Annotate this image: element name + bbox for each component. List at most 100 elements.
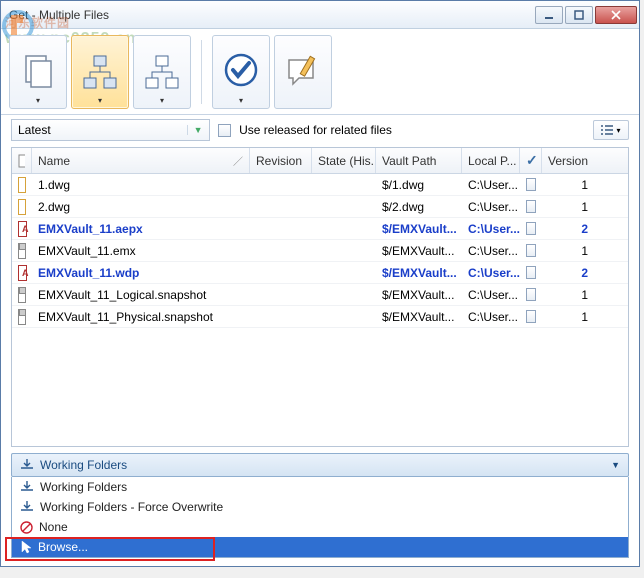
ribbon-separator: [201, 40, 202, 104]
dropdown-arrow-icon: ▾: [160, 96, 164, 105]
row-vault-path: $/EMXVault...: [376, 222, 462, 236]
ribbon-org-chart-1[interactable]: ▾: [71, 35, 129, 109]
row-icon: [12, 265, 32, 281]
destination-dropdown[interactable]: Working Folders ▼: [11, 453, 629, 477]
row-local-path: C:\User...: [462, 288, 520, 302]
documents-stack-icon: [20, 52, 56, 92]
dest-opt-none[interactable]: None: [12, 517, 628, 537]
dest-opt-browse[interactable]: Browse...: [12, 537, 628, 557]
list-icon: [601, 125, 613, 135]
col-icon[interactable]: [12, 148, 32, 173]
download-folder-icon: [20, 459, 34, 471]
table-row[interactable]: 1.dwg$/1.dwgC:\User...1: [12, 174, 628, 196]
row-vault-path: $/1.dwg: [376, 178, 462, 192]
filter-bar: Latest ▼ Use released for related files …: [1, 115, 639, 145]
row-checkbox[interactable]: [520, 200, 542, 213]
row-checkbox[interactable]: [520, 266, 542, 279]
row-version: 1: [542, 178, 602, 192]
col-local-path[interactable]: Local P...: [462, 148, 520, 173]
row-name: EMXVault_11_Logical.snapshot: [32, 288, 250, 302]
cursor-icon: [20, 540, 32, 554]
table-row[interactable]: EMXVault_11_Physical.snapshot $/EMXVault.…: [12, 306, 628, 328]
ribbon-note-edit[interactable]: [274, 35, 332, 109]
dest-opt-force-overwrite[interactable]: Working Folders - Force Overwrite: [12, 497, 628, 517]
dest-opt-working-folders[interactable]: Working Folders: [12, 477, 628, 497]
row-checkbox[interactable]: [520, 310, 542, 323]
row-vault-path: $/EMXVault...: [376, 310, 462, 324]
row-version: 1: [542, 244, 602, 258]
row-name: EMXVault_11.aepx: [32, 222, 250, 236]
row-vault-path: $/EMXVault...: [376, 288, 462, 302]
row-local-path: C:\User...: [462, 266, 520, 280]
row-vault-path: $/2.dwg: [376, 200, 462, 214]
destination-selected: Working Folders: [40, 458, 127, 472]
row-version: 2: [542, 222, 602, 236]
col-state[interactable]: State (His...: [312, 148, 376, 173]
grid-body: 1.dwg$/1.dwgC:\User...12.dwg$/2.dwgC:\Us…: [12, 174, 628, 446]
table-row[interactable]: EMXVault_11_Logical.snapshot $/EMXVault..…: [12, 284, 628, 306]
row-local-path: C:\User...: [462, 200, 520, 214]
download-folder-icon: [20, 501, 34, 513]
destination-dropdown-list: Working Folders Working Folders - Force …: [11, 477, 629, 558]
table-row[interactable]: EMXVault_11.wdp $/EMXVault...C:\User... 2: [12, 262, 628, 284]
footer-panel: Working Folders ▼ Working Folders Workin…: [11, 453, 629, 558]
row-name: EMXVault_11.emx: [32, 244, 250, 258]
row-local-path: C:\User...: [462, 244, 520, 258]
row-name: 2.dwg: [32, 200, 250, 214]
col-vault-path[interactable]: Vault Path: [376, 148, 462, 173]
chevron-down-icon: ▼: [187, 125, 203, 135]
col-name[interactable]: Name／: [32, 148, 250, 173]
row-checkbox[interactable]: [520, 178, 542, 191]
row-checkbox[interactable]: [520, 244, 542, 257]
list-options-button[interactable]: ▾: [593, 120, 629, 140]
chevron-down-icon: ▾: [616, 126, 620, 135]
ribbon-org-chart-2[interactable]: ▾: [133, 35, 191, 109]
row-icon: [12, 287, 32, 303]
row-version: 1: [542, 200, 602, 214]
row-icon: [12, 221, 32, 237]
file-grid: Name／ Revision State (His... Vault Path …: [11, 147, 629, 447]
row-icon: [12, 309, 32, 325]
title-bar: Get - Multiple Files: [1, 1, 639, 29]
version-filter-combo[interactable]: Latest ▼: [11, 119, 210, 141]
row-local-path: C:\User...: [462, 222, 520, 236]
released-label: Use released for related files: [239, 123, 392, 137]
checkmark-badge-icon: [221, 52, 261, 92]
ribbon-toolbar: ▾ ▾ ▾ ▾: [1, 29, 639, 115]
grid-header: Name／ Revision State (His... Vault Path …: [12, 148, 628, 174]
dialog-window: Get - Multiple Files 河东软件园 www.pc0359.cn…: [0, 0, 640, 567]
row-local-path: C:\User...: [462, 310, 520, 324]
table-row[interactable]: EMXVault_11.aepx $/EMXVault...C:\User... 2: [12, 218, 628, 240]
dropdown-arrow-icon: ▾: [36, 96, 40, 105]
col-version[interactable]: Version: [542, 148, 602, 173]
table-row[interactable]: 2.dwg $/2.dwgC:\User... 1: [12, 196, 628, 218]
row-version: 1: [542, 310, 602, 324]
row-checkbox[interactable]: [520, 222, 542, 235]
row-vault-path: $/EMXVault...: [376, 244, 462, 258]
row-checkbox[interactable]: [520, 288, 542, 301]
file-icon: [18, 154, 25, 168]
combo-value: Latest: [18, 123, 51, 137]
row-icon: [12, 199, 32, 215]
minimize-button[interactable]: [535, 6, 563, 24]
window-title: Get - Multiple Files: [9, 8, 533, 22]
row-icon: [12, 177, 32, 193]
sort-indicator-icon: ／: [233, 153, 243, 168]
col-revision[interactable]: Revision: [250, 148, 312, 173]
released-checkbox[interactable]: [218, 124, 231, 137]
maximize-button[interactable]: [565, 6, 593, 24]
ribbon-copy-stack[interactable]: ▾: [9, 35, 67, 109]
ribbon-check-shield[interactable]: ▾: [212, 35, 270, 109]
chevron-down-icon: ▼: [611, 460, 620, 470]
row-name: 1.dwg: [32, 178, 250, 192]
row-name: EMXVault_11.wdp: [32, 266, 250, 280]
prohibit-icon: [20, 521, 33, 534]
table-row[interactable]: EMXVault_11.emx $/EMXVault...C:\User... 1: [12, 240, 628, 262]
comment-edit-icon: [283, 52, 323, 92]
col-check[interactable]: [520, 148, 542, 173]
hierarchy-alt-icon: [142, 52, 182, 92]
close-button[interactable]: [595, 6, 637, 24]
row-name: EMXVault_11_Physical.snapshot: [32, 310, 250, 324]
row-vault-path: $/EMXVault...: [376, 266, 462, 280]
row-version: 2: [542, 266, 602, 280]
